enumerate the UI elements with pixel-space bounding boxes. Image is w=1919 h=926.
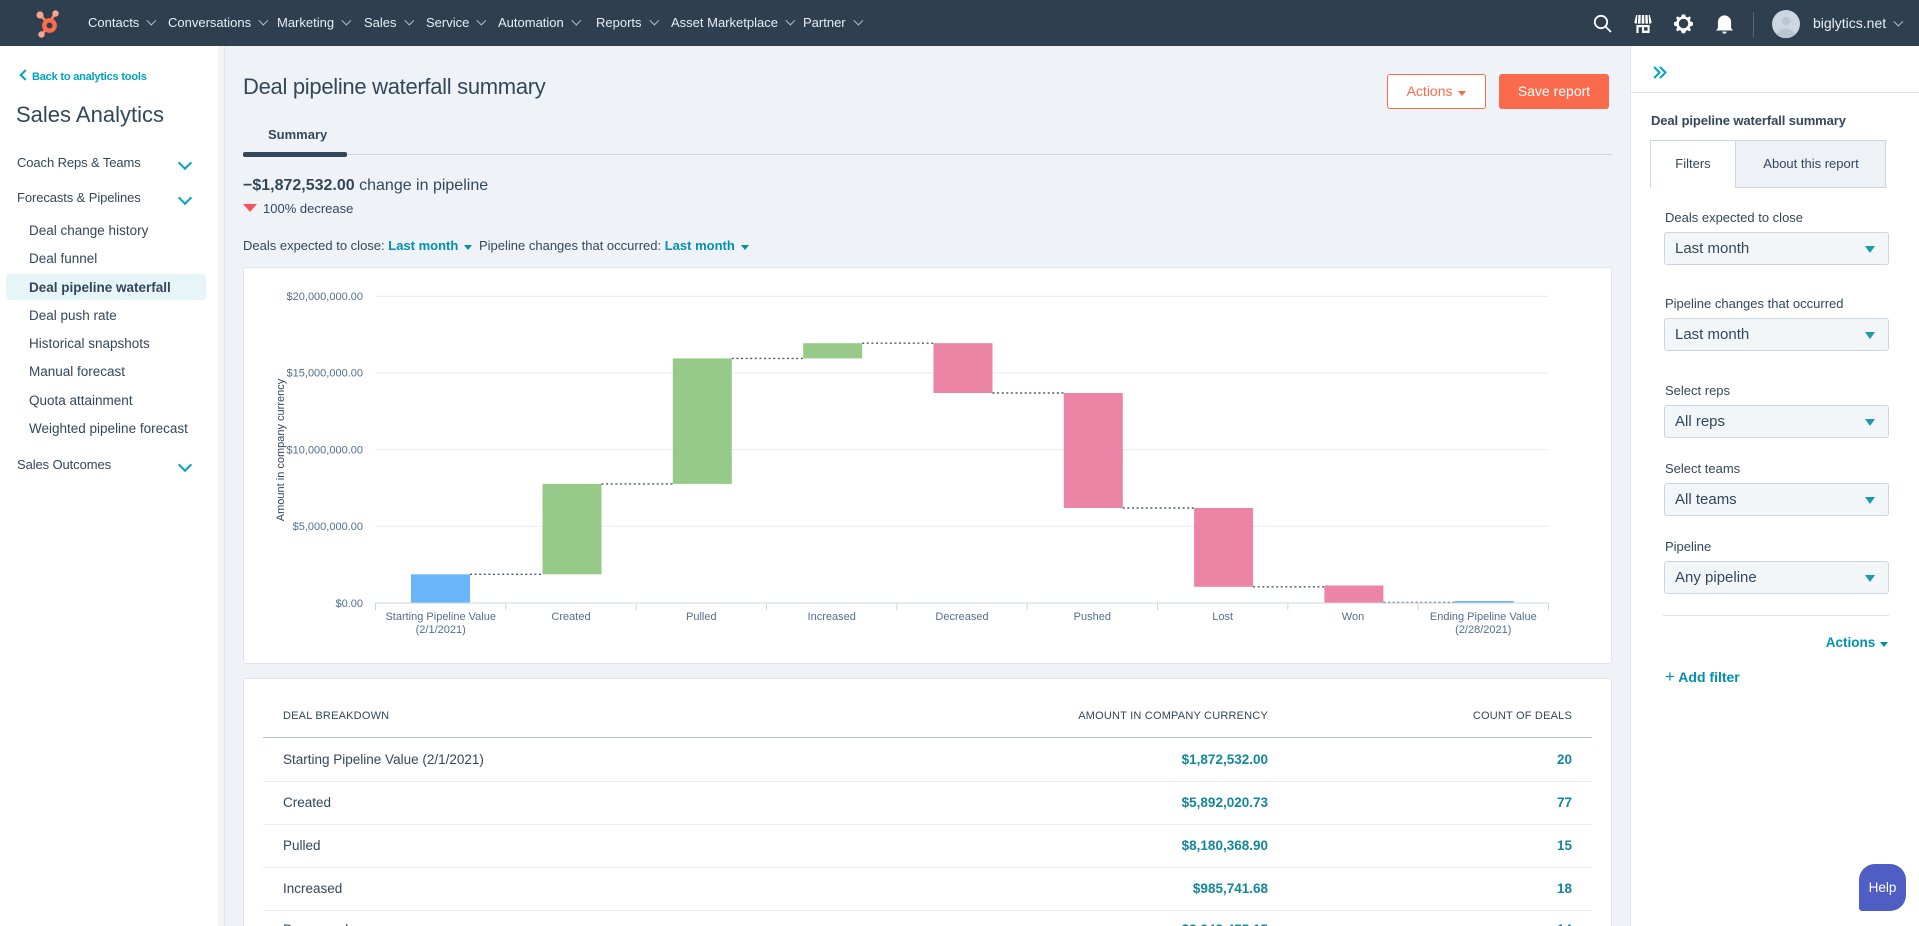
svg-text:$0.00: $0.00	[335, 598, 363, 610]
svg-text:Increased: Increased	[808, 611, 856, 623]
svg-text:Won: Won	[1342, 611, 1364, 623]
svg-text:$20,000,000.00: $20,000,000.00	[287, 291, 363, 303]
svg-text:Pushed: Pushed	[1074, 611, 1111, 623]
svg-text:$15,000,000.00: $15,000,000.00	[287, 368, 363, 380]
svg-text:(2/1/2021): (2/1/2021)	[416, 624, 466, 636]
svg-text:$5,000,000.00: $5,000,000.00	[293, 521, 363, 533]
svg-text:Pulled: Pulled	[686, 611, 717, 623]
svg-text:Lost: Lost	[1212, 611, 1233, 623]
svg-text:Starting Pipeline Value: Starting Pipeline Value	[385, 611, 495, 623]
svg-text:Created: Created	[551, 611, 590, 623]
svg-text:Amount in company currency: Amount in company currency	[275, 378, 287, 521]
svg-text:(2/28/2021): (2/28/2021)	[1455, 624, 1511, 636]
svg-text:$10,000,000.00: $10,000,000.00	[287, 444, 363, 456]
svg-text:Decreased: Decreased	[935, 611, 988, 623]
svg-text:Ending Pipeline Value: Ending Pipeline Value	[1430, 611, 1537, 623]
